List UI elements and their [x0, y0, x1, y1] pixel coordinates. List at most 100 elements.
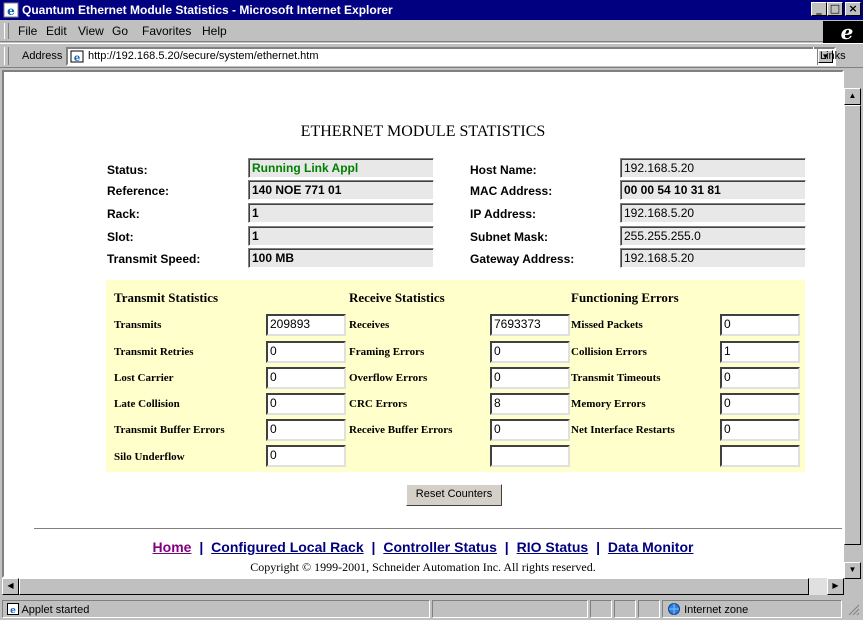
transmit-buffer-errors-label: Transmit Buffer Errors	[114, 424, 225, 436]
address-input[interactable]: e http://192.168.5.20/secure/system/ethe…	[66, 47, 836, 66]
page-icon: e	[7, 603, 19, 616]
svg-text:e: e	[841, 21, 854, 43]
late-collision-field[interactable]: 0	[266, 393, 346, 415]
late-collision-label: Late Collision	[114, 398, 180, 410]
maximize-button[interactable]: □	[827, 2, 843, 16]
home-link[interactable]: Home	[153, 539, 192, 555]
minimize-button[interactable]: _	[811, 2, 827, 16]
framing-errors-field[interactable]: 0	[490, 341, 570, 363]
nav-separator: |	[371, 539, 376, 555]
address-grip[interactable]	[4, 47, 9, 65]
lost-carrier-label: Lost Carrier	[114, 372, 174, 384]
receive-empty-field[interactable]	[490, 445, 570, 467]
status-label: Status:	[107, 163, 148, 177]
missed-packets-field[interactable]: 0	[720, 314, 800, 336]
scroll-up-icon[interactable]: ▲	[844, 88, 861, 105]
missed-packets-label: Missed Packets	[571, 319, 643, 331]
menu-grip[interactable]	[4, 23, 9, 39]
status-value: Running Link Appl	[248, 158, 434, 178]
menu-bar: File Edit View Go Favorites Help	[0, 20, 863, 42]
gateway-address-label: Gateway Address:	[470, 252, 575, 266]
receive-statistics-heading: Receive Statistics	[349, 290, 445, 305]
gateway-address-value: 192.168.5.20	[620, 248, 806, 268]
nav-separator: |	[596, 539, 600, 555]
address-url: http://192.168.5.20/secure/system/ethern…	[88, 50, 319, 62]
horizontal-scroll-thumb[interactable]	[19, 578, 809, 595]
title-bar: e Quantum Ethernet Module Statistics - M…	[0, 0, 863, 20]
transmit-statistics-heading: Transmit Statistics	[114, 290, 219, 305]
address-bar: Address e http://192.168.5.20/secure/sys…	[0, 43, 863, 68]
transmit-timeouts-label: Transmit Timeouts	[571, 372, 661, 384]
links-grip[interactable]	[813, 47, 818, 65]
close-button[interactable]: ×	[845, 2, 861, 16]
svg-text:e: e	[7, 4, 15, 18]
mac-address-value: 00 00 54 10 31 81	[620, 180, 806, 200]
transmits-field[interactable]: 209893	[266, 314, 346, 336]
silo-underflow-field[interactable]: 0	[266, 445, 346, 467]
reference-label: Reference:	[107, 184, 170, 198]
collision-errors-label: Collision Errors	[571, 346, 647, 358]
status-panel-5	[638, 600, 660, 618]
status-bar: e Applet started Internet zone	[0, 598, 863, 620]
menu-file[interactable]: File	[18, 24, 37, 38]
ie-page-icon: e	[3, 2, 19, 18]
transmits-label: Transmits	[114, 319, 162, 331]
slot-value: 1	[248, 226, 434, 246]
window-title: Quantum Ethernet Module Statistics - Mic…	[22, 3, 393, 17]
rack-value: 1	[248, 203, 434, 223]
page-content: ETHERNET MODULE STATISTICS Status: Runni…	[2, 70, 844, 578]
vertical-scrollbar[interactable]: ▲ ▼	[844, 88, 861, 580]
resize-grip-icon[interactable]	[846, 602, 860, 616]
ie-logo-icon: e	[823, 20, 863, 44]
crc-errors-field[interactable]: 8	[490, 393, 570, 415]
page-title: ETHERNET MODULE STATISTICS	[300, 123, 546, 140]
transmit-retries-field[interactable]: 0	[266, 341, 346, 363]
vertical-scroll-thumb[interactable]	[844, 105, 861, 545]
horizontal-scrollbar[interactable]: ◀ ▶	[2, 578, 844, 595]
footer-nav: Home | Configured Local Rack | Controlle…	[4, 539, 842, 555]
silo-underflow-label: Silo Underflow	[114, 451, 185, 463]
transmit-timeouts-field[interactable]: 0	[720, 367, 800, 389]
divider	[34, 528, 842, 530]
framing-errors-label: Framing Errors	[349, 346, 425, 358]
status-panel-4	[614, 600, 636, 618]
nav-separator: |	[504, 539, 509, 555]
mac-address-label: MAC Address:	[470, 184, 553, 198]
menu-edit[interactable]: Edit	[46, 24, 67, 38]
receives-field[interactable]: 7693373	[490, 314, 570, 336]
zone-text: Internet zone	[684, 604, 749, 616]
memory-errors-label: Memory Errors	[571, 398, 646, 410]
rio-status-link[interactable]: RIO Status	[517, 539, 589, 555]
host-name-label: Host Name:	[470, 163, 537, 177]
svg-text:e: e	[10, 606, 16, 615]
status-panel-zone: Internet zone	[662, 600, 842, 618]
functioning-empty-field[interactable]	[720, 445, 800, 467]
transmit-buffer-errors-field[interactable]: 0	[266, 419, 346, 441]
scroll-down-icon[interactable]: ▼	[844, 562, 861, 579]
menu-favorites[interactable]: Favorites	[142, 24, 191, 38]
ip-address-value: 192.168.5.20	[620, 203, 806, 223]
address-label: Address	[22, 50, 63, 62]
svg-text:e: e	[74, 53, 80, 63]
functioning-errors-heading: Functioning Errors	[571, 290, 679, 305]
scroll-right-icon[interactable]: ▶	[827, 578, 844, 595]
menu-help[interactable]: Help	[202, 24, 227, 38]
receive-buffer-errors-field[interactable]: 0	[490, 419, 570, 441]
reset-counters-button[interactable]: Reset Counters	[406, 484, 502, 506]
menu-view[interactable]: View	[78, 24, 104, 38]
transmit-speed-label: Transmit Speed:	[107, 252, 201, 266]
memory-errors-field[interactable]: 0	[720, 393, 800, 415]
menu-go[interactable]: Go	[112, 24, 128, 38]
data-monitor-link[interactable]: Data Monitor	[608, 539, 694, 555]
controller-status-link[interactable]: Controller Status	[383, 539, 497, 555]
links-button[interactable]: Links	[820, 50, 846, 62]
subnet-mask-label: Subnet Mask:	[470, 230, 549, 244]
lost-carrier-field[interactable]: 0	[266, 367, 346, 389]
transmit-retries-label: Transmit Retries	[114, 346, 194, 358]
scroll-left-icon[interactable]: ◀	[2, 578, 19, 595]
page-icon: e	[70, 50, 84, 63]
overflow-errors-field[interactable]: 0	[490, 367, 570, 389]
collision-errors-field[interactable]: 1	[720, 341, 800, 363]
configured-local-rack-link[interactable]: Configured Local Rack	[211, 539, 363, 555]
net-interface-restarts-field[interactable]: 0	[720, 419, 800, 441]
